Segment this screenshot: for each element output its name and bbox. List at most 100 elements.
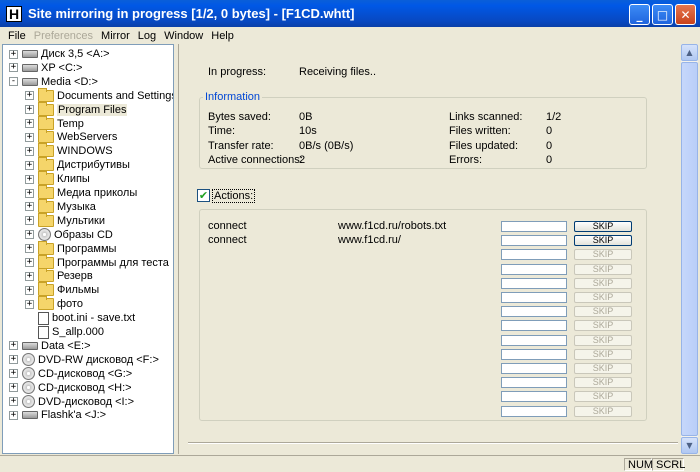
menu-mirror[interactable]: Mirror xyxy=(97,30,134,42)
menu-preferences[interactable]: Preferences xyxy=(30,30,97,42)
action-progress-bar xyxy=(501,235,567,247)
expand-icon[interactable]: + xyxy=(25,230,34,240)
skip-button[interactable]: SKIP xyxy=(574,348,632,360)
skip-button[interactable]: SKIP xyxy=(574,391,632,403)
skip-button[interactable]: SKIP xyxy=(574,306,632,318)
tree-item[interactable]: + Резерв xyxy=(25,268,93,283)
expand-icon[interactable]: + xyxy=(9,49,18,59)
skip-button[interactable]: SKIP xyxy=(574,263,632,275)
expand-icon[interactable]: + xyxy=(9,397,18,406)
maximize-icon[interactable]: □ xyxy=(652,4,673,25)
tree-item[interactable]: + Program Files xyxy=(25,101,128,117)
tree-item-label: XP <C:> xyxy=(41,61,83,74)
expand-icon[interactable]: + xyxy=(25,91,34,101)
tree-item[interactable]: + Программы для теста xyxy=(25,254,169,270)
action-progress-bar xyxy=(501,405,567,417)
tree-item[interactable]: boot.ini - save.txt xyxy=(25,311,135,325)
actions-label[interactable]: Actions: xyxy=(212,189,256,203)
expand-icon[interactable]: + xyxy=(25,244,34,254)
expand-icon[interactable]: + xyxy=(25,271,34,281)
skip-button[interactable]: SKIP xyxy=(574,334,632,346)
tree-item[interactable]: S_allp.000 xyxy=(25,325,104,339)
tree-item[interactable]: + Flashk'a <J:> xyxy=(9,408,106,422)
expand-icon[interactable]: + xyxy=(25,216,34,226)
tree-item[interactable]: + DVD-RW дисковод <F:> xyxy=(9,353,159,367)
expand-icon[interactable]: + xyxy=(25,160,34,170)
skip-button[interactable]: SKIP xyxy=(574,249,632,261)
folder-icon xyxy=(38,101,54,116)
expand-icon[interactable]: + xyxy=(25,119,34,128)
menu-file[interactable]: File xyxy=(4,30,30,42)
tree-item[interactable]: + DVD-дисковод <I:> xyxy=(9,395,134,409)
tree-item[interactable]: + Дистрибутивы xyxy=(25,157,130,172)
cd-drive-icon xyxy=(22,367,35,381)
tree-item[interactable]: + CD-дисковод <H:> xyxy=(9,381,132,395)
tree-item[interactable]: + Клипы xyxy=(25,171,90,186)
tree-item[interactable]: + XP <C:> xyxy=(9,61,82,75)
tree-item[interactable]: + Data <E:> xyxy=(9,339,91,353)
menu-window[interactable]: Window xyxy=(160,30,207,42)
skip-button[interactable]: SKIP xyxy=(574,363,632,374)
tree-item[interactable]: - Media <D:> xyxy=(9,75,98,89)
title-bar[interactable]: H Site mirroring in progress [1/2, 0 byt… xyxy=(0,0,700,27)
expand-icon[interactable]: + xyxy=(9,410,18,420)
tree-item[interactable]: + WINDOWS xyxy=(25,143,113,158)
expand-icon[interactable]: + xyxy=(9,63,18,73)
expand-icon[interactable]: + xyxy=(25,174,34,184)
expand-icon[interactable]: + xyxy=(25,105,34,115)
expand-icon[interactable]: + xyxy=(25,285,34,295)
skip-button[interactable]: SKIP xyxy=(574,221,632,232)
scroll-up-icon[interactable]: ▲ xyxy=(681,44,698,61)
skip-button[interactable]: SKIP xyxy=(574,320,632,332)
usb-drive-icon xyxy=(22,411,38,420)
tree-item[interactable]: + фото xyxy=(25,296,83,311)
vertical-scrollbar[interactable]: ▲ ▼ xyxy=(681,44,698,454)
links-scanned-label: Links scanned: xyxy=(449,111,523,123)
expand-icon[interactable]: + xyxy=(9,341,18,351)
tree-item[interactable]: + Диск 3,5 <A:> xyxy=(9,47,110,61)
action-url: www.f1cd.ru/robots.txt xyxy=(338,220,447,232)
expand-icon[interactable]: + xyxy=(25,299,34,309)
tree-item-label: Фильмы xyxy=(57,284,100,297)
skip-button[interactable]: SKIP xyxy=(574,292,632,303)
tree-item[interactable]: + Образы CD xyxy=(25,228,113,242)
expand-icon[interactable]: + xyxy=(25,258,34,267)
minimize-icon[interactable]: _ xyxy=(629,4,650,25)
tree-item[interactable]: + CD-дисковод <G:> xyxy=(9,367,132,381)
tree-item-label: Программы для теста xyxy=(57,256,169,269)
tree-item[interactable]: + Temp xyxy=(25,115,84,131)
folder-tree[interactable]: + Диск 3,5 <A:> + XP <C:> - Media <D:> + Docume… xyxy=(2,44,174,454)
expand-icon[interactable]: + xyxy=(9,383,18,393)
tree-item[interactable]: + Мультики xyxy=(25,212,105,228)
tree-item[interactable]: + Программы xyxy=(25,240,116,256)
expand-icon[interactable]: + xyxy=(25,132,34,142)
tree-item[interactable]: + WebServers xyxy=(25,129,118,144)
tree-item-label: WebServers xyxy=(57,131,118,144)
close-icon[interactable]: ✕ xyxy=(675,4,696,25)
menu-help[interactable]: Help xyxy=(207,30,238,42)
expand-icon[interactable]: + xyxy=(25,188,34,198)
skip-button[interactable]: SKIP xyxy=(574,277,632,289)
skip-button[interactable]: SKIP xyxy=(574,235,632,247)
skip-button[interactable]: SKIP xyxy=(574,405,632,417)
expand-icon[interactable]: + xyxy=(9,369,18,379)
action-progress-bar xyxy=(501,348,567,360)
actions-checkbox[interactable]: ✔ xyxy=(197,189,210,202)
active-connections-label: Active connections: xyxy=(208,154,303,166)
tree-item[interactable]: + Фильмы xyxy=(25,282,100,297)
scroll-down-icon[interactable]: ▼ xyxy=(681,437,698,454)
expand-icon[interactable]: + xyxy=(25,146,34,156)
folder-icon xyxy=(38,185,54,199)
information-title: Information xyxy=(203,91,263,103)
tree-item[interactable]: + Медиа приколы xyxy=(25,185,137,200)
tree-item[interactable]: + Музыка xyxy=(25,198,96,214)
menu-log[interactable]: Log xyxy=(134,30,160,42)
tree-item[interactable]: + Documents and Settings xyxy=(25,87,173,103)
collapse-icon[interactable]: - xyxy=(9,77,18,87)
scroll-thumb[interactable] xyxy=(681,62,698,436)
tree-item-label: CD-дисковод <G:> xyxy=(38,367,133,380)
expand-icon[interactable]: + xyxy=(25,202,34,212)
expand-icon[interactable]: + xyxy=(9,355,18,365)
files-updated-value: 0 xyxy=(546,140,553,152)
skip-button[interactable]: SKIP xyxy=(574,377,632,389)
